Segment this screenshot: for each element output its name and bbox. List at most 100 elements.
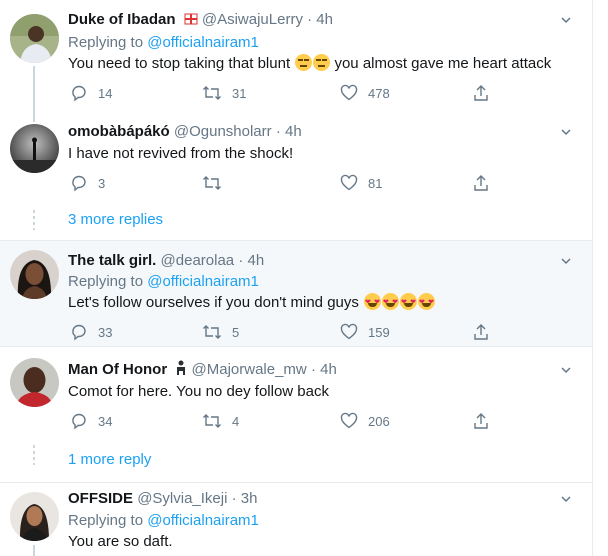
show-more-replies-link[interactable]: 3 more replies — [68, 210, 163, 230]
like-count: 478 — [368, 85, 390, 101]
expressionless-emoji-icon — [295, 54, 313, 71]
expressionless-emoji-icon — [313, 54, 331, 71]
timestamp[interactable]: · 3h — [232, 490, 258, 507]
thread-line — [33, 112, 35, 122]
user-handle[interactable]: @dearolaa — [161, 252, 235, 269]
tweet-text-part: You need to stop taking that blunt — [68, 55, 291, 72]
tweet-actions: 34 4 206 — [68, 410, 508, 432]
display-name[interactable]: The talk girl. — [68, 252, 156, 269]
heart-icon — [340, 323, 358, 340]
heart-eyes-emoji-icon — [400, 293, 418, 313]
retweet-button[interactable] — [202, 172, 232, 194]
reply-icon — [72, 175, 86, 192]
tweet-man-of-honor[interactable]: Man Of Honor @Majorwale_mw · 4h Comot fo… — [0, 347, 592, 482]
tweet-text-part: Let's follow ourselves if you don't mind… — [68, 294, 359, 311]
user-handle[interactable]: @AsiwajuLerry — [202, 11, 303, 28]
retweet-icon — [203, 86, 221, 100]
tweet-duke-of-ibadan[interactable]: Duke of Ibadan @AsiwajuLerry · 4h Replyi… — [0, 0, 592, 112]
user-handle[interactable]: @Ogunsholarr — [174, 123, 272, 140]
tweet-actions: 3 81 — [68, 172, 508, 194]
tweet-actions: 33 5 159 — [68, 321, 508, 343]
avatar[interactable] — [10, 358, 59, 407]
reply-count: 14 — [98, 85, 113, 101]
share-button[interactable] — [472, 410, 490, 432]
tweet-omobabapako[interactable]: omobàbápákó @Ogunsholarr · 4h I have not… — [0, 112, 592, 240]
timestamp[interactable]: · 4h — [238, 252, 264, 269]
timestamp[interactable]: · 4h — [307, 11, 333, 28]
chevron-down-icon[interactable] — [560, 364, 572, 376]
heart-eyes-emoji-icon — [418, 293, 436, 313]
display-name[interactable]: omobàbápákó — [68, 123, 170, 140]
share-icon — [474, 413, 488, 429]
show-more-replies-link[interactable]: 1 more reply — [68, 450, 151, 470]
like-count: 159 — [368, 324, 390, 340]
replying-label: Replying to — [68, 512, 144, 529]
retweet-button[interactable]: 4 — [202, 410, 239, 432]
tweet-text: You need to stop taking that blunt you a… — [68, 54, 551, 74]
mention-link[interactable]: @officialnairam1 — [147, 273, 259, 290]
reply-count: 33 — [98, 324, 113, 340]
like-button[interactable]: 81 — [340, 172, 382, 194]
like-button[interactable]: 478 — [340, 82, 390, 104]
reply-button[interactable]: 3 — [70, 172, 105, 194]
retweet-button[interactable]: 5 — [202, 321, 239, 343]
share-button[interactable] — [472, 321, 490, 343]
mention-link[interactable]: @officialnairam1 — [147, 34, 259, 51]
tweet-text: You are so daft. — [68, 533, 173, 550]
share-button[interactable] — [472, 82, 490, 104]
retweet-icon — [203, 414, 221, 428]
display-name[interactable]: Man Of Honor — [68, 361, 167, 378]
tweet-the-talk-girl[interactable]: The talk girl. @dearolaa · 4h Replying t… — [0, 241, 592, 346]
thread-line — [33, 545, 35, 556]
retweet-icon — [203, 325, 221, 339]
timestamp[interactable]: · 4h — [311, 361, 337, 378]
display-name[interactable]: OFFSIDE — [68, 490, 133, 507]
thread-dotted-line — [33, 445, 35, 465]
reply-icon — [72, 85, 86, 102]
share-button[interactable] — [472, 172, 490, 194]
avatar[interactable] — [10, 250, 59, 299]
mention-link[interactable]: @officialnairam1 — [147, 512, 259, 529]
like-button[interactable]: 206 — [340, 410, 390, 432]
heart-icon — [340, 412, 358, 429]
like-button[interactable]: 159 — [340, 321, 390, 343]
replying-label: Replying to — [68, 34, 144, 51]
retweet-count: 31 — [232, 85, 247, 101]
tweet-offside[interactable]: OFFSIDE @Sylvia_Ikeji · 3h Replying to @… — [0, 483, 592, 556]
tweet-text-part: you almost gave me heart attack — [334, 55, 552, 72]
reply-button[interactable]: 14 — [70, 82, 112, 104]
reply-count: 3 — [98, 175, 106, 191]
heart-eyes-emoji-icon — [382, 293, 400, 313]
user-handle[interactable]: @Sylvia_Ikeji — [137, 490, 227, 507]
share-icon — [474, 85, 488, 101]
retweet-count: 5 — [232, 324, 240, 340]
avatar[interactable] — [10, 124, 59, 173]
user-handle[interactable]: @Majorwale_mw — [192, 361, 307, 378]
timestamp[interactable]: · 4h — [276, 123, 302, 140]
avatar[interactable] — [10, 14, 59, 63]
heart-icon — [340, 174, 358, 191]
column-border — [592, 0, 593, 556]
chevron-down-icon[interactable] — [560, 493, 572, 505]
thread-dotted-line — [33, 210, 35, 230]
display-name[interactable]: Duke of Ibadan — [68, 11, 176, 28]
heart-eyes-emoji-icon — [364, 293, 382, 313]
retweet-count: 4 — [232, 413, 240, 429]
share-icon — [474, 175, 488, 191]
tweet-text: I have not revived from the shock! — [68, 145, 294, 162]
retweet-button[interactable]: 31 — [202, 82, 246, 104]
thread-line — [33, 66, 35, 112]
reply-button[interactable]: 34 — [70, 410, 112, 432]
chevron-down-icon[interactable] — [560, 126, 572, 138]
like-count: 81 — [368, 175, 383, 191]
reply-icon — [72, 413, 86, 430]
like-count: 206 — [368, 413, 390, 429]
flag-emoji-icon — [184, 12, 198, 32]
avatar[interactable] — [10, 492, 59, 541]
reply-button[interactable]: 33 — [70, 321, 112, 343]
chevron-down-icon[interactable] — [560, 255, 572, 267]
man-in-suit-emoji-icon — [175, 360, 187, 382]
chevron-down-icon[interactable] — [560, 14, 572, 26]
heart-icon — [340, 84, 358, 101]
tweet-text: Let's follow ourselves if you don't mind… — [68, 293, 436, 313]
